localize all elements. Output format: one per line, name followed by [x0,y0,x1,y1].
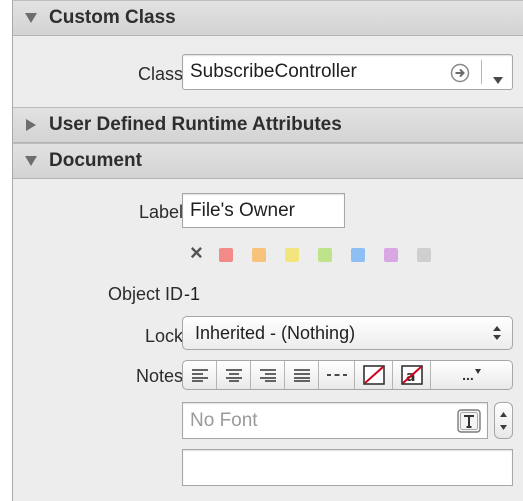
document-label-value[interactable]: File's Owner [190,200,295,222]
no-text-color-icon: a [400,365,423,385]
inspector-panel: Custom Class Class SubscribeController U… [12,0,523,501]
go-to-class-arrow-icon[interactable] [450,63,470,89]
align-left-button[interactable] [183,361,217,389]
align-center-button[interactable] [217,361,251,389]
more-options-icon: ... [462,367,474,383]
label-color-blue-swatch[interactable] [351,248,365,262]
label-color-purple-swatch[interactable] [384,248,398,262]
section-header-runtime-attributes[interactable]: User Defined Runtime Attributes [13,107,523,143]
class-label: Class [137,64,183,84]
popup-stepper-arrows-icon [492,325,502,346]
align-right-icon [259,369,276,382]
notes-label: Notes [135,366,183,386]
align-left-icon [191,369,208,382]
disclosure-expanded-icon[interactable] [25,13,37,23]
font-size-stepper[interactable] [494,402,513,439]
notes-text-field[interactable] [182,449,513,486]
no-color-icon [362,365,385,385]
align-center-icon [225,369,242,382]
section-header-custom-class[interactable]: Custom Class [13,0,523,36]
section-title: User Defined Runtime Attributes [49,114,342,135]
section-title: Custom Class [49,7,176,28]
no-text-color-button[interactable]: a [393,361,431,389]
clear-label-color-icon[interactable]: × [190,242,203,264]
section-title: Document [49,150,142,171]
font-placeholder: No Font [190,409,258,431]
natural-alignment-icon [326,374,347,376]
document-label-label: Label [138,202,183,222]
lock-popup-button[interactable]: Inherited - (Nothing) [182,316,513,350]
align-right-button[interactable] [251,361,285,389]
no-background-button[interactable] [355,361,393,389]
label-color-red-swatch[interactable] [219,248,233,262]
lock-label: Lock [144,326,183,346]
more-options-button[interactable]: ... [431,361,512,389]
disclosure-expanded-icon[interactable] [25,156,37,166]
document-label-field[interactable]: File's Owner [182,193,345,228]
object-id-label: Object ID [107,284,183,304]
label-color-orange-swatch[interactable] [252,248,266,262]
object-id-value: -1 [184,284,201,304]
align-justify-icon [293,369,310,382]
combo-dropdown-arrow-icon[interactable] [492,69,504,91]
class-combo-box[interactable]: SubscribeController [182,54,513,90]
stepper-arrows-icon [500,412,507,430]
align-natural-button[interactable] [319,361,355,389]
section-header-document[interactable]: Document [13,143,523,179]
lock-value: Inherited - (Nothing) [195,322,356,343]
label-color-yellow-swatch[interactable] [285,248,299,262]
notes-format-segmented-control[interactable]: a ... [182,360,513,390]
align-justify-button[interactable] [285,361,319,389]
notes-font-field[interactable]: No Font [182,402,488,439]
font-picker-icon[interactable] [457,409,481,439]
class-value[interactable]: SubscribeController [190,61,357,83]
disclosure-collapsed-icon[interactable] [26,119,36,131]
label-color-gray-swatch[interactable] [417,248,431,262]
label-color-green-swatch[interactable] [318,248,332,262]
